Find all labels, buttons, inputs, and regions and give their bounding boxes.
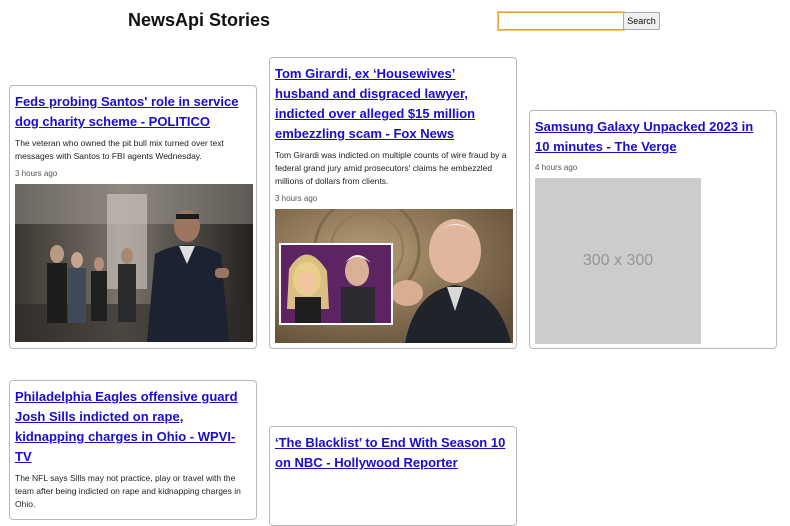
article-card: Philadelphia Eagles offensive guard Josh… (9, 380, 257, 520)
article-headline-link[interactable]: Tom Girardi, ex ‘Housewives’ husband and… (275, 64, 511, 144)
article-card: ‘The Blacklist’ to End With Season 10 on… (269, 426, 517, 526)
search-button[interactable]: Search (623, 12, 660, 30)
article-image[interactable] (15, 184, 253, 342)
article-time: 4 hours ago (535, 163, 578, 172)
article-description: Tom Girardi was indicted on multiple cou… (275, 150, 507, 186)
article-description: The NFL says Sills may not practice, pla… (15, 473, 241, 509)
article-image[interactable] (275, 209, 513, 343)
image-placeholder[interactable]: 300 x 300 (535, 178, 701, 344)
article-time: 3 hours ago (15, 169, 58, 178)
article-card: Tom Girardi, ex ‘Housewives’ husband and… (269, 57, 517, 349)
article-card: Samsung Galaxy Unpacked 2023 in 10 minut… (529, 110, 777, 349)
article-time: 3 hours ago (275, 194, 318, 203)
site-title: NewsApi Stories (128, 10, 271, 30)
article-card: Feds probing Santos' role in service dog… (9, 85, 257, 349)
search-input[interactable] (498, 12, 624, 30)
article-headline-link[interactable]: Samsung Galaxy Unpacked 2023 in 10 minut… (535, 117, 771, 157)
article-description: The veteran who owned the pit bull mix t… (15, 138, 224, 161)
article-headline-link[interactable]: ‘The Blacklist’ to End With Season 10 on… (275, 433, 511, 473)
article-headline-link[interactable]: Feds probing Santos' role in service dog… (15, 92, 251, 132)
article-headline-link[interactable]: Philadelphia Eagles offensive guard Josh… (15, 387, 251, 467)
